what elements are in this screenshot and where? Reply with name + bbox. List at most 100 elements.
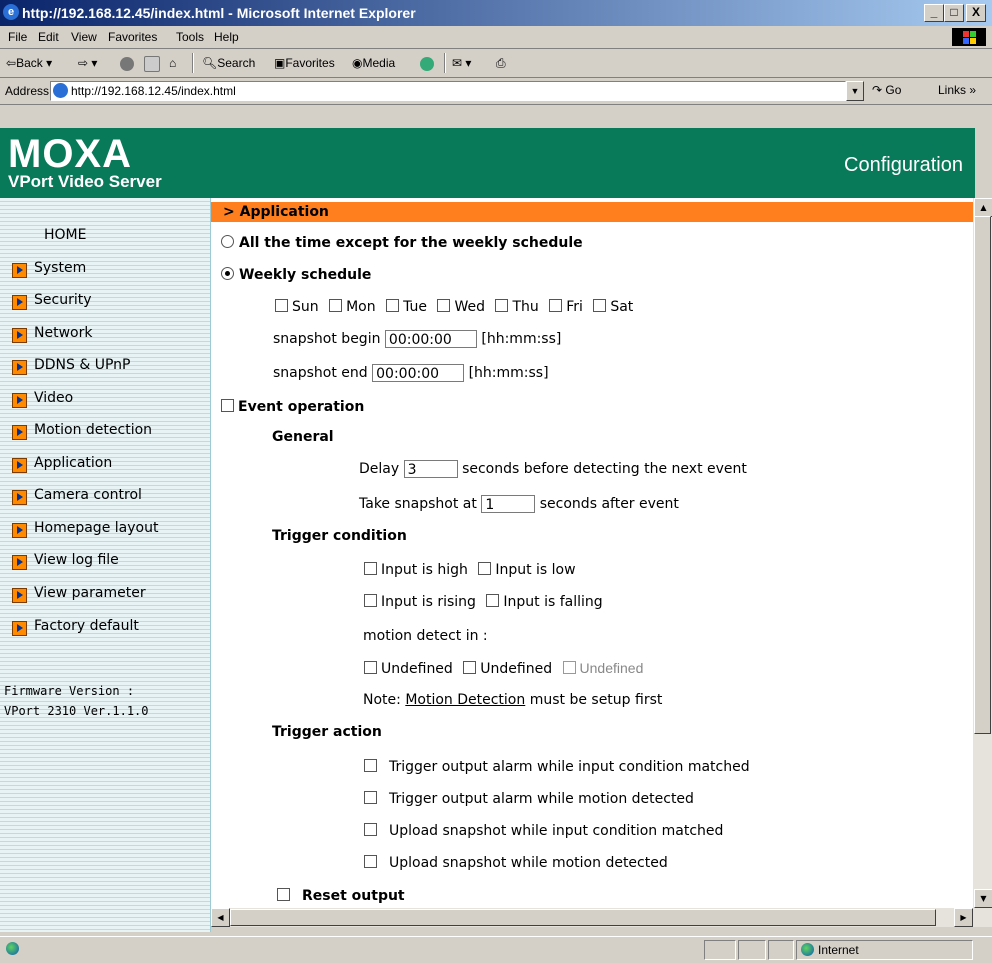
checkbox[interactable] <box>562 661 576 674</box>
menu-bar: File Edit View Favorites Tools Help <box>0 26 992 49</box>
mail-icon: ✉ <box>452 56 463 70</box>
maximize-button[interactable]: □ <box>944 4 964 22</box>
scroll-left-button[interactable]: ◀ <box>211 908 230 927</box>
checkbox[interactable] <box>329 299 343 312</box>
forward-button[interactable]: ⇨ ▾ <box>78 56 97 70</box>
toolbar: ⇦Back ▾ ⇨ ▾ ⌂ 🔍︎Search ▣Favorites ◉Media… <box>0 49 992 78</box>
checkbox-fri[interactable]: Fri <box>549 299 583 315</box>
take-snapshot-input[interactable]: 1 <box>481 495 536 513</box>
sidebar-item-home[interactable]: HOME <box>44 227 86 243</box>
checkbox-mon[interactable]: Mon <box>329 299 376 315</box>
firmware-version: VPort 2310 Ver.1.1.0 <box>4 704 149 718</box>
checkbox-sat[interactable]: Sat <box>593 299 633 315</box>
search-button[interactable]: 🔍︎Search <box>202 56 255 70</box>
menu-help[interactable]: Help <box>214 30 239 44</box>
checkbox[interactable] <box>437 299 451 312</box>
checkbox[interactable] <box>593 299 607 312</box>
checkbox[interactable] <box>486 594 500 607</box>
checkbox-action-4[interactable]: Upload snapshot while motion detected <box>364 855 668 871</box>
address-bar: Address http://192.168.12.45/index.html … <box>0 78 992 105</box>
checkbox-wed[interactable]: Wed <box>437 299 485 315</box>
refresh-icon <box>144 56 160 72</box>
radio-button[interactable] <box>221 267 234 280</box>
menu-tools[interactable]: Tools <box>176 30 204 44</box>
event-operation-checkbox[interactable]: Event operation <box>221 399 364 415</box>
checkbox-action-1[interactable]: Trigger output alarm while input conditi… <box>364 759 750 775</box>
take-snapshot-row: Take snapshot at 1 seconds after event <box>359 495 679 513</box>
close-button[interactable]: X <box>966 4 986 22</box>
vertical-scrollbar[interactable]: ▲ ▼ <box>973 198 992 908</box>
scroll-up-button[interactable]: ▲ <box>974 198 992 217</box>
arrow-icon <box>12 490 27 505</box>
refresh-button[interactable] <box>144 56 162 72</box>
go-button[interactable]: ↷ Go <box>872 83 901 97</box>
radio-button[interactable] <box>221 235 234 248</box>
media-button[interactable]: ◉Media <box>352 56 395 70</box>
address-input[interactable]: http://192.168.12.45/index.html <box>50 81 846 101</box>
checkbox[interactable] <box>221 399 234 412</box>
scroll-right-button[interactable]: ▶ <box>954 908 973 927</box>
menu-favorites[interactable]: Favorites <box>108 30 157 44</box>
sidebar-nav: HOME System Security Network DDNS & UPnP… <box>0 198 211 932</box>
menu-edit[interactable]: Edit <box>38 30 59 44</box>
checkbox[interactable] <box>364 759 377 772</box>
links-button[interactable]: Links » <box>938 83 976 97</box>
checkbox[interactable] <box>364 791 377 804</box>
checkbox[interactable] <box>364 855 377 868</box>
checkbox[interactable] <box>364 823 377 836</box>
checkbox-undefined-2[interactable]: Undefined <box>463 661 552 677</box>
checkbox-input-low[interactable]: Input is low <box>478 562 576 578</box>
radio-weekly-schedule[interactable]: Weekly schedule <box>221 267 371 283</box>
motion-detection-link[interactable]: Motion Detection <box>405 692 525 708</box>
checkbox[interactable] <box>495 299 509 312</box>
horizontal-scrollbar[interactable]: ◀ ▶ <box>211 908 992 927</box>
page-header: MOXA VPort Video Server Configuration <box>0 128 975 198</box>
motion-note: Note: Motion Detection must be setup fir… <box>363 692 663 708</box>
checkbox[interactable] <box>478 562 492 575</box>
motion-detect-label: motion detect in : <box>363 628 488 644</box>
snapshot-begin-row: snapshot begin 00:00:00 [hh:mm:ss] <box>273 330 562 348</box>
checkbox-sun[interactable]: Sun <box>275 299 319 315</box>
home-button[interactable]: ⌂ <box>169 56 176 70</box>
forward-arrow-icon: ⇨ <box>78 56 89 70</box>
checkbox[interactable] <box>275 299 288 312</box>
checkbox[interactable] <box>277 888 290 901</box>
checkbox-tue[interactable]: Tue <box>386 299 427 315</box>
checkbox-action-3[interactable]: Upload snapshot while input condition ma… <box>364 823 723 839</box>
checkbox[interactable] <box>463 661 477 674</box>
snapshot-end-input[interactable]: 00:00:00 <box>372 364 465 382</box>
checkbox-thu[interactable]: Thu <box>495 299 539 315</box>
checkbox[interactable] <box>386 299 400 312</box>
scroll-down-button[interactable]: ▼ <box>974 889 992 908</box>
input-edge-row: Input is rising Input is falling <box>364 594 603 610</box>
checkbox[interactable] <box>364 661 377 674</box>
print-icon: ⎙ <box>496 56 506 70</box>
address-dropdown-button[interactable]: ▼ <box>846 81 864 101</box>
snapshot-begin-input[interactable]: 00:00:00 <box>384 330 477 348</box>
checkbox-reset-output[interactable]: Reset output <box>277 888 405 904</box>
mail-button[interactable]: ✉ ▾ <box>452 56 471 70</box>
checkbox-input-falling[interactable]: Input is falling <box>486 594 603 610</box>
stop-button[interactable] <box>120 56 136 71</box>
minimize-button[interactable]: _ <box>924 4 944 22</box>
radio-all-time[interactable]: All the time except for the weekly sched… <box>221 235 583 251</box>
delay-input[interactable]: 3 <box>403 460 458 478</box>
checkbox[interactable] <box>364 562 377 575</box>
history-button[interactable] <box>420 56 436 71</box>
checkbox-input-high[interactable]: Input is high <box>364 562 468 578</box>
favorites-button[interactable]: ▣Favorites <box>274 56 335 70</box>
menu-file[interactable]: File <box>8 30 27 44</box>
checkbox-input-rising[interactable]: Input is rising <box>364 594 476 610</box>
menu-view[interactable]: View <box>71 30 97 44</box>
snapshot-end-row: snapshot end 00:00:00 [hh:mm:ss] <box>273 364 549 382</box>
checkbox[interactable] <box>549 299 563 312</box>
horizontal-scroll-thumb[interactable] <box>230 909 936 926</box>
checkbox-action-2[interactable]: Trigger output alarm while motion detect… <box>364 791 694 807</box>
vertical-scroll-thumb[interactable] <box>974 216 991 734</box>
print-button[interactable]: ⎙ <box>496 56 506 71</box>
checkbox-undefined-1[interactable]: Undefined <box>364 661 453 677</box>
status-pane <box>704 940 736 960</box>
checkbox-undefined-3[interactable]: Undefined <box>562 660 643 677</box>
back-button[interactable]: ⇦Back ▾ <box>6 56 52 70</box>
checkbox[interactable] <box>364 594 377 607</box>
